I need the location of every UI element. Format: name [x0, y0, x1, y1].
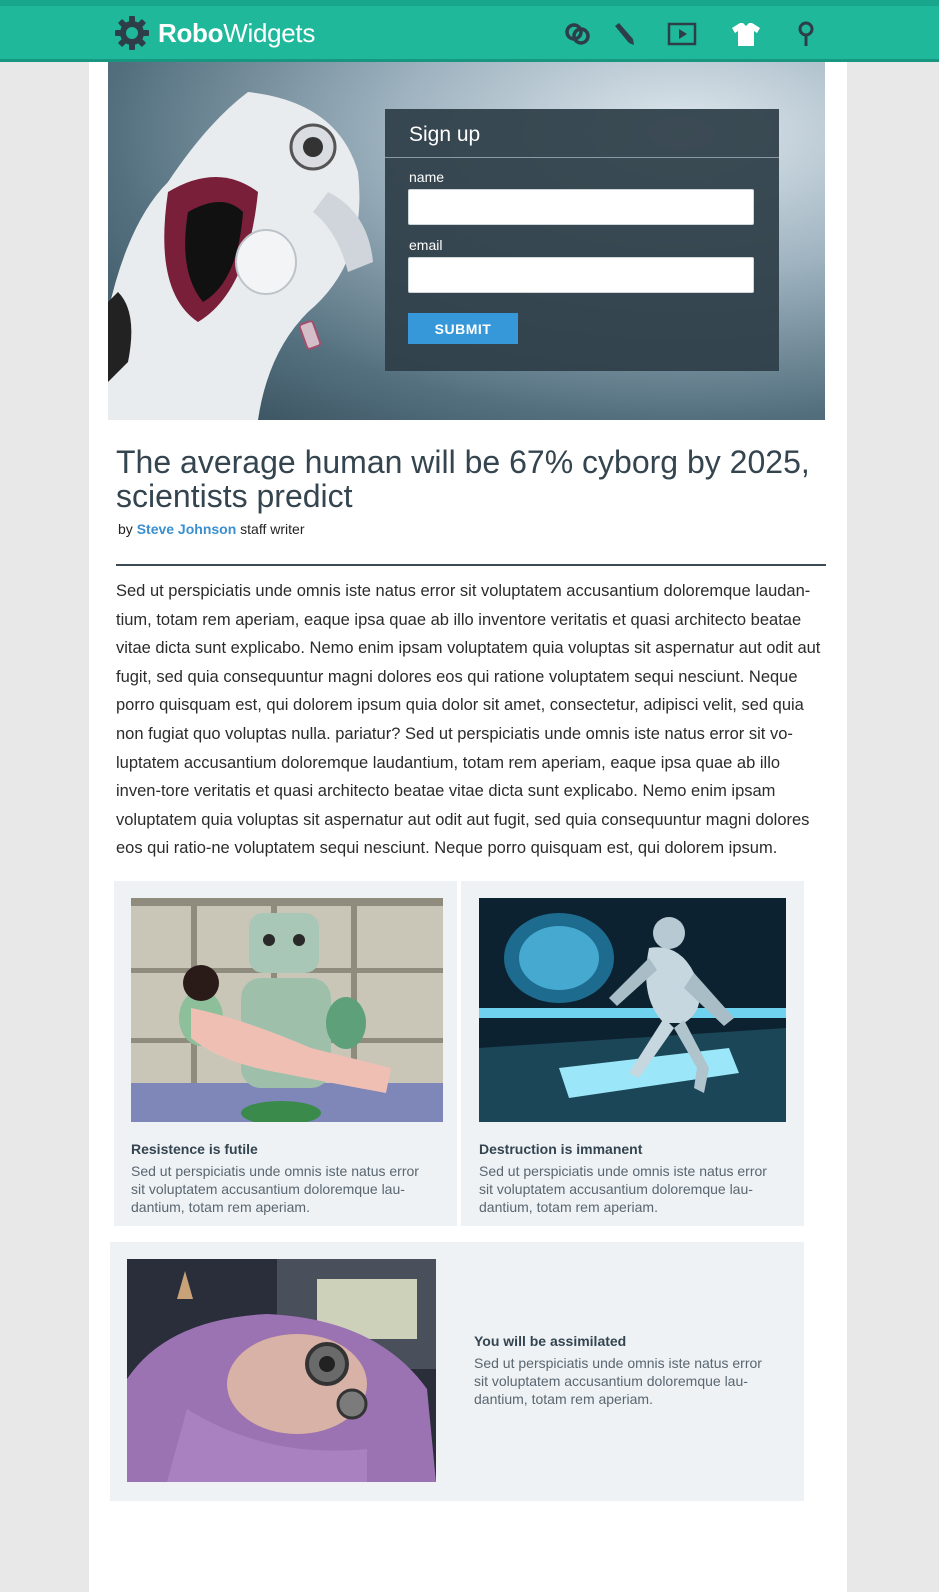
signup-divider	[385, 157, 779, 158]
video-icon[interactable]	[667, 20, 697, 48]
author-link[interactable]: Steve Johnson	[137, 521, 237, 537]
byline-prefix: by	[118, 521, 133, 537]
card-text: Sed ut perspiciatis unde omnis iste natu…	[479, 1163, 767, 1215]
card-destruction[interactable]: Destruction is immanent Sed ut perspicia…	[461, 881, 804, 1226]
card-title: You will be assimilated	[474, 1333, 627, 1349]
robot-carrying-child-image	[131, 898, 443, 1122]
card-title: Destruction is immanent	[479, 1141, 643, 1157]
name-label: name	[409, 169, 445, 185]
signup-form: Sign up name email SUBMIT	[385, 109, 779, 371]
cyborg-baby-image	[127, 1259, 436, 1482]
card-title: Resistence is futile	[131, 1141, 258, 1157]
email-label: email	[409, 237, 443, 253]
article-body: Sed ut perspiciatis unde omnis iste natu…	[116, 582, 821, 858]
submit-button[interactable]: SUBMIT	[408, 313, 518, 344]
logo[interactable]: RoboWidgets	[114, 15, 315, 51]
card-resistance[interactable]: Resistence is futile Sed ut perspiciatis…	[114, 881, 457, 1226]
hero-banner: Sign up name email SUBMIT	[108, 62, 825, 420]
card-text: Sed ut perspiciatis unde omnis iste natu…	[474, 1355, 762, 1407]
article-divider	[116, 564, 826, 566]
gear-logo-icon	[115, 16, 149, 50]
brand-name: RoboWidgets	[158, 17, 316, 48]
name-input[interactable]	[408, 189, 754, 225]
navbar: RoboWidgets	[0, 6, 939, 62]
signup-title: Sign up	[409, 123, 481, 146]
pencil-icon[interactable]	[609, 20, 639, 48]
crouching-robot-image	[479, 898, 786, 1122]
page-content: Sign up name email SUBMIT The average hu…	[89, 62, 847, 1592]
card-text: Sed ut perspiciatis unde omnis iste natu…	[131, 1163, 419, 1215]
email-input[interactable]	[408, 257, 754, 293]
location-pin-icon[interactable]	[791, 20, 821, 48]
article-headline: The average human will be 67% cyborg by …	[116, 444, 810, 514]
robot-hero-image	[108, 92, 373, 420]
author-role: staff writer	[240, 521, 305, 537]
link-icon[interactable]	[563, 20, 593, 48]
card-assimilated[interactable]: You will be assimilated Sed ut perspicia…	[110, 1242, 804, 1501]
byline: by Steve Johnson staff writer	[118, 521, 304, 537]
tshirt-icon[interactable]	[731, 20, 761, 48]
